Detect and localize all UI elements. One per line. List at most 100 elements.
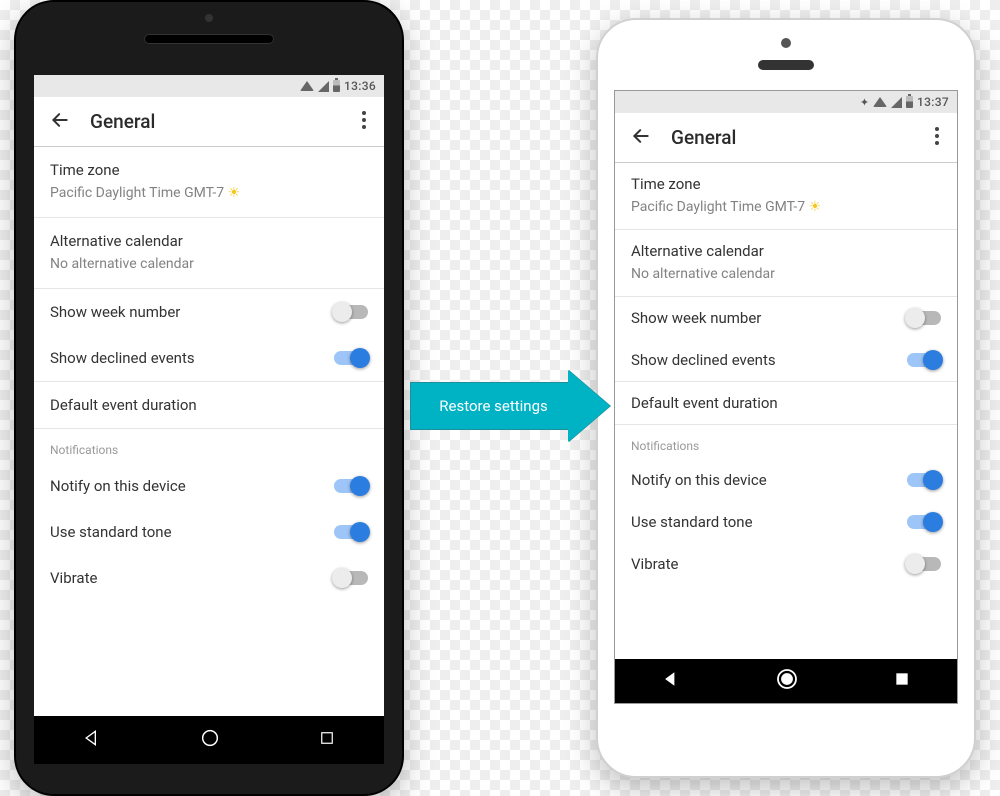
toggle-switch[interactable] (907, 473, 941, 487)
toggle-switch[interactable] (907, 353, 941, 367)
setting-label: Use standard tone (50, 523, 172, 541)
setting-timezone[interactable]: Time zone Pacific Daylight Time GMT-7 ☀ (615, 163, 957, 229)
battery-icon (906, 96, 913, 108)
status-time: 13:37 (917, 95, 949, 109)
arrow-label: Restore settings (410, 382, 568, 430)
toggle-switch[interactable] (907, 515, 941, 529)
earpiece (758, 60, 814, 70)
setting-standard-tone[interactable]: Use standard tone (34, 509, 384, 555)
setting-label: Time zone (631, 175, 701, 193)
phone-nexus: 13:36 General Time zone Pacific Daylight… (14, 0, 404, 796)
phone-pixel: 13:37 General Time zone Pacific Daylight… (596, 18, 976, 778)
toggle-switch[interactable] (334, 351, 368, 365)
arrow-back-icon (631, 126, 651, 146)
setting-label: Notify on this device (631, 471, 767, 489)
setting-value: Pacific Daylight Time GMT-7 ☀ (50, 185, 240, 201)
app-bar: General (615, 113, 957, 163)
nav-home-icon (199, 727, 221, 749)
front-camera (205, 14, 213, 22)
setting-show-declined[interactable]: Show declined events (34, 335, 384, 381)
setting-label: Notify on this device (50, 477, 186, 495)
setting-show-declined[interactable]: Show declined events (615, 339, 957, 381)
wifi-icon (873, 97, 887, 107)
page-title: General (90, 110, 350, 133)
bluetooth-icon (860, 95, 869, 109)
back-button[interactable] (621, 116, 661, 160)
overflow-menu-button[interactable] (350, 103, 378, 141)
setting-alternative-calendar[interactable]: Alternative calendar No alternative cale… (615, 230, 957, 296)
app-bar: General (34, 97, 384, 147)
setting-vibrate[interactable]: Vibrate (615, 543, 957, 585)
setting-label: Alternative calendar (631, 242, 764, 260)
setting-label: Show week number (50, 303, 180, 321)
more-vert-icon (362, 111, 366, 129)
nav-recents-icon (894, 671, 910, 687)
nav-back-icon (662, 670, 680, 688)
screen-left: 13:36 General Time zone Pacific Daylight… (34, 75, 384, 716)
front-camera (781, 38, 791, 48)
setting-label: Time zone (50, 161, 120, 179)
toggle-switch[interactable] (334, 305, 368, 319)
setting-value: No alternative calendar (50, 256, 194, 272)
nav-recents-button[interactable] (894, 671, 910, 691)
setting-label: Default event duration (631, 394, 778, 412)
setting-default-duration[interactable]: Default event duration (615, 382, 957, 424)
setting-notify-device[interactable]: Notify on this device (615, 459, 957, 501)
toggle-switch[interactable] (334, 479, 368, 493)
arrow-head-icon (568, 370, 610, 442)
restore-settings-arrow: Restore settings (410, 370, 610, 442)
setting-label: Show declined events (50, 349, 195, 367)
nav-back-button[interactable] (662, 670, 680, 692)
setting-standard-tone[interactable]: Use standard tone (615, 501, 957, 543)
overflow-menu-button[interactable] (923, 119, 951, 157)
earpiece (144, 34, 274, 44)
cell-signal-icon (318, 81, 329, 92)
cell-signal-icon (891, 97, 902, 108)
setting-week-number[interactable]: Show week number (615, 297, 957, 339)
setting-label: Vibrate (631, 555, 678, 573)
nav-home-icon (775, 667, 799, 691)
nav-home-button[interactable] (199, 727, 221, 753)
setting-notify-device[interactable]: Notify on this device (34, 463, 384, 509)
toggle-switch[interactable] (334, 571, 368, 585)
setting-value: No alternative calendar (631, 266, 775, 282)
setting-label: Default event duration (50, 396, 197, 414)
setting-default-duration[interactable]: Default event duration (34, 382, 384, 428)
setting-label: Show week number (631, 309, 761, 327)
setting-label: Alternative calendar (50, 232, 183, 250)
status-bar: 13:37 (615, 91, 957, 113)
nav-back-button[interactable] (82, 728, 102, 752)
setting-label: Show declined events (631, 351, 776, 369)
back-button[interactable] (40, 100, 80, 144)
setting-label: Use standard tone (631, 513, 753, 531)
setting-label: Vibrate (50, 569, 97, 587)
android-nav-bar (34, 716, 384, 764)
section-header-notifications: Notifications (34, 429, 384, 463)
status-bar: 13:36 (34, 75, 384, 97)
toggle-switch[interactable] (907, 311, 941, 325)
setting-vibrate[interactable]: Vibrate (34, 555, 384, 601)
setting-timezone[interactable]: Time zone Pacific Daylight Time GMT-7 ☀ (34, 147, 384, 217)
setting-week-number[interactable]: Show week number (34, 289, 384, 335)
settings-list[interactable]: Time zone Pacific Daylight Time GMT-7 ☀ … (34, 147, 384, 716)
toggle-switch[interactable] (334, 525, 368, 539)
toggle-switch[interactable] (907, 557, 941, 571)
setting-value: Pacific Daylight Time GMT-7 ☀ (631, 199, 821, 215)
page-title: General (671, 126, 923, 149)
arrow-back-icon (50, 110, 70, 130)
sun-icon: ☀ (809, 199, 822, 215)
battery-icon (333, 80, 340, 92)
nav-recents-button[interactable] (318, 729, 336, 751)
section-header-notifications: Notifications (615, 425, 957, 459)
screen-right: 13:37 General Time zone Pacific Daylight… (614, 90, 958, 704)
setting-alternative-calendar[interactable]: Alternative calendar No alternative cale… (34, 218, 384, 288)
nav-home-button[interactable] (775, 667, 799, 695)
more-vert-icon (935, 127, 939, 145)
status-time: 13:36 (344, 79, 376, 93)
sun-icon: ☀ (228, 185, 241, 201)
android-nav-bar (615, 659, 957, 703)
nav-back-icon (82, 728, 102, 748)
settings-list[interactable]: Time zone Pacific Daylight Time GMT-7 ☀ … (615, 163, 957, 659)
wifi-icon (300, 81, 314, 91)
nav-recents-icon (318, 729, 336, 747)
